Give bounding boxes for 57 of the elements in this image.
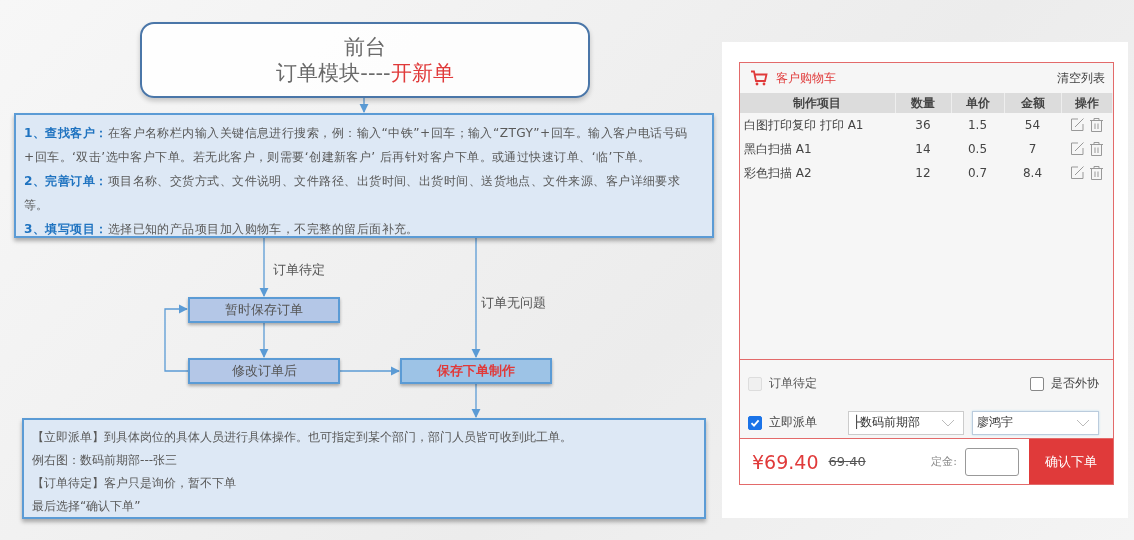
column-header: 单价 [951,93,1004,113]
column-header: 制作项目 [740,93,895,113]
cart-title: 客户购物车 [776,70,837,86]
trash-icon[interactable] [1088,165,1104,181]
table-cell-text: 14 [914,141,932,158]
step-text: 2、完善订单：项目名称、交货方式、文件说明、文件路径、出货时间、出货时间、送货地点、文件来源、客户详细要求等。 [24,173,682,214]
original-price: 69.40 [828,454,867,469]
flow-node: 修改订单后 [188,358,340,384]
table-cell: 36 [895,113,951,137]
table-cell-text: 12 [914,165,932,182]
checkbox[interactable] [748,415,762,430]
caret-icon [941,418,955,427]
table-cell: 白图打印复印 打印 A1 [740,113,895,137]
caret-icon [1076,418,1090,427]
note-text: 【订单待定】客户只是询价，暂不下单 [32,475,237,492]
deposit-label: 定金: [931,454,957,469]
edit-icon[interactable] [1069,141,1085,156]
edit-icon[interactable] [1069,117,1085,132]
title-text: 前台 [344,34,386,60]
flow-node: 暂时保存订单 [188,297,340,323]
step-text: 1、查找客户：在客户名称栏内输入关键信息进行搜索，例：输入“中铁”+回车；输入“ZTGY”+回车。输入客户电话号码+回车。‘双击’选中客户下单。若无此客户，则需要‘创建新客户’ 后再针对客户下单。或通过快速订单、‘临’下单。 [24,125,689,166]
checkbox[interactable] [1030,376,1044,391]
note-text: 例右图：数码前期部---张三 [32,452,179,469]
step-text: 3、填写项目：选择已知的产品项目加入购物车，不完整的留后面补充。 [24,221,420,238]
note-text: 【立即派单】到具体岗位的具体人员进行具体操作。也可指定到某个部门，部门人员皆可收到此工单。 [32,429,573,446]
table-cell: 1.5 [951,113,1004,137]
table-cell-text: 黑白扫描 A1 [743,140,813,158]
note-text: 最后选择“确认下单” [32,498,142,515]
arrow [164,304,189,372]
checkbox-label: 立即派单 [769,414,817,432]
checkbox-label: 是否外协 [1051,375,1099,393]
arrow [339,366,400,376]
edge-label: 订单无问题 [481,295,546,312]
flow-node: 保存下单制作 [400,358,552,384]
checkbox-label: 订单待定 [769,375,817,393]
trash-icon[interactable] [1088,141,1104,157]
edge-label: 订单待定 [273,262,325,279]
confirm-order-button[interactable]: 确认下单 [1029,439,1113,484]
table-cell-text: 7 [1027,141,1038,158]
table-cell: 54 [1004,113,1061,137]
clear-list-link[interactable]: 清空列表 [1057,70,1105,86]
deposit-field[interactable] [965,447,1019,476]
staff-select[interactable]: 廖鸿宇 [972,410,1099,435]
title-text: 订单模块----开新单 [276,60,454,86]
table-cell-text: 0.5 [966,141,989,158]
table-cell-text: 8.4 [1021,165,1044,182]
arrow [259,322,269,358]
edit-icon[interactable] [1069,165,1085,180]
trash-icon[interactable] [1088,117,1104,133]
table-cell-text: 0.7 [966,165,989,182]
column-header: 数量 [895,93,951,113]
cart-icon [750,70,768,86]
total-price: ¥69.40 [751,450,819,473]
column-header: 操作 [1061,93,1113,113]
table-cell-text: 彩色扫描 A2 [743,164,813,182]
column-header: 金额 [1004,93,1061,113]
department-select[interactable]: ├数码前期部 [848,410,964,435]
